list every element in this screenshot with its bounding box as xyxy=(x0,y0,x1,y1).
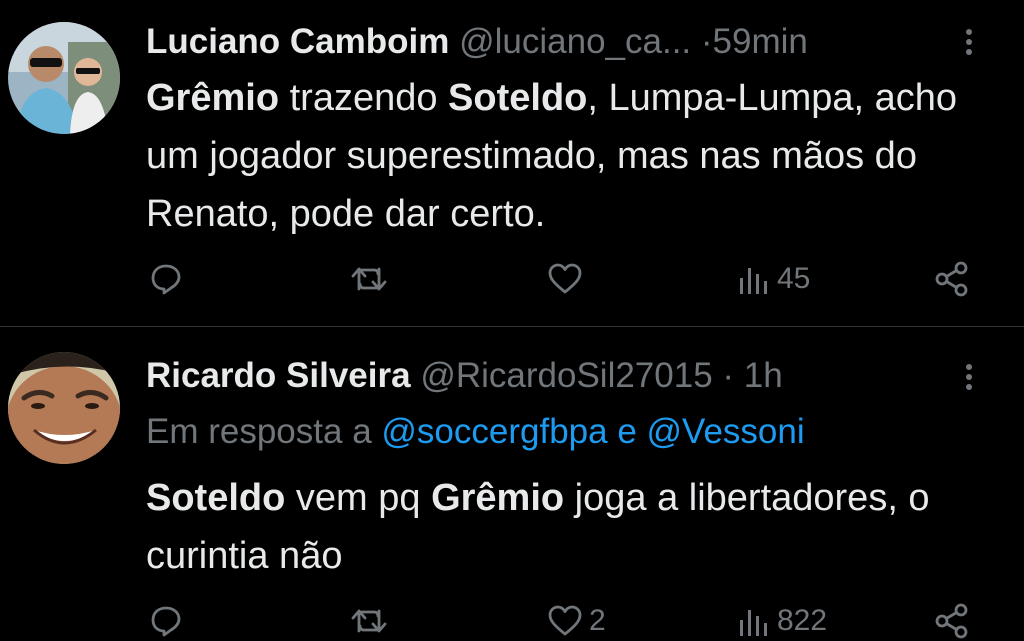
tweet[interactable]: Ricardo Silveira @RicardoSil27015 · 1h E… xyxy=(0,327,1024,641)
timestamp[interactable]: 1h xyxy=(744,356,783,395)
share-button[interactable] xyxy=(933,259,971,299)
bold-text: Grêmio xyxy=(431,477,565,519)
reply-icon xyxy=(151,264,181,295)
tweet-header: Luciano Camboim @luciano_ca... ·59min xyxy=(146,22,808,62)
mention-link[interactable]: @soccergfbpa xyxy=(381,412,607,451)
display-name[interactable]: Ricardo Silveira xyxy=(146,356,411,395)
replying-to: Em resposta a @soccergfbpa e @Vessoni xyxy=(146,412,805,452)
bold-text: Soteldo xyxy=(146,477,286,519)
like-button[interactable]: 2 xyxy=(547,601,606,641)
like-icon xyxy=(548,605,582,636)
views-icon xyxy=(740,268,767,294)
tweet-text-segment: trazendo xyxy=(279,77,449,119)
retweet-icon xyxy=(351,267,387,291)
like-icon xyxy=(548,263,582,294)
reply-prefix: Em resposta a xyxy=(146,412,382,451)
timestamp[interactable]: 59min xyxy=(713,22,808,61)
reply-button[interactable] xyxy=(149,259,183,299)
reply-icon xyxy=(151,606,181,637)
display-name[interactable]: Luciano Camboim xyxy=(146,22,449,61)
user-handle[interactable]: @RicardoSil27015 xyxy=(420,356,712,395)
separator-dot: · xyxy=(700,22,713,61)
tweet-text-segment: vem pq xyxy=(285,477,432,519)
more-options-icon[interactable] xyxy=(956,22,982,62)
action-bar: 2 822 xyxy=(0,601,1024,641)
avatar[interactable] xyxy=(8,22,120,134)
user-handle[interactable]: @luciano_ca... xyxy=(459,22,691,61)
action-bar: 45 xyxy=(0,259,1024,299)
share-icon xyxy=(935,603,968,639)
tweet-header: Ricardo Silveira @RicardoSil27015 · 1h xyxy=(146,356,783,396)
like-count: 2 xyxy=(589,604,606,637)
views-button[interactable]: 45 xyxy=(737,259,810,299)
more-options-icon[interactable] xyxy=(956,357,982,397)
retweet-icon xyxy=(351,609,387,633)
separator-dot: · xyxy=(722,356,735,395)
mention-link[interactable]: @Vessoni xyxy=(647,412,805,451)
views-icon xyxy=(740,610,767,636)
views-count: 45 xyxy=(777,262,811,295)
like-button[interactable] xyxy=(547,259,589,299)
views-count: 822 xyxy=(777,604,828,637)
bold-text: Grêmio xyxy=(146,77,280,119)
bold-text: Soteldo xyxy=(448,77,588,119)
share-button[interactable] xyxy=(933,601,971,641)
tweet[interactable]: Luciano Camboim @luciano_ca... ·59min Gr… xyxy=(0,0,1024,326)
share-icon xyxy=(935,261,968,297)
views-button[interactable]: 822 xyxy=(737,601,827,641)
tweet-text: Grêmio trazendo Soteldo, Lumpa-Lumpa, ac… xyxy=(146,69,996,243)
tweet-text: Soteldo vem pq Grêmio joga a libertadore… xyxy=(146,469,996,585)
reply-conjunction: e xyxy=(607,412,647,451)
avatar[interactable] xyxy=(8,352,120,464)
reply-button[interactable] xyxy=(149,601,183,641)
retweet-button[interactable] xyxy=(350,601,388,641)
retweet-button[interactable] xyxy=(350,259,388,299)
